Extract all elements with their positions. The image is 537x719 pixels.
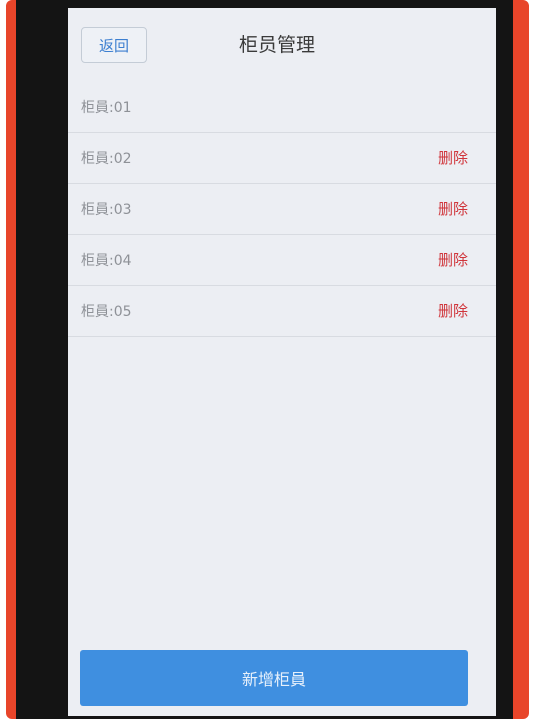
list-item: 柜員:04 删除	[68, 235, 496, 286]
delete-button[interactable]: 删除	[438, 300, 468, 321]
teller-label: 柜員:01	[81, 100, 132, 116]
list-item: 柜員:02 删除	[68, 133, 496, 184]
teller-label: 柜員:05	[81, 304, 132, 320]
page-title: 柜员管理	[238, 34, 315, 56]
teller-label: 柜員:03	[81, 202, 132, 218]
header: 返回 柜员管理	[68, 8, 496, 82]
add-teller-button[interactable]: 新增柜員	[80, 650, 468, 706]
delete-button[interactable]: 删除	[438, 198, 468, 219]
teller-label: 柜員:02	[81, 151, 132, 167]
delete-button[interactable]: 删除	[438, 249, 468, 270]
list-item: 柜員:01	[68, 82, 496, 133]
app-screen: 返回 柜员管理 柜員:01 柜員:02 删除 柜員:03 删除 柜員:04 删除…	[68, 8, 496, 716]
teller-label: 柜員:04	[81, 253, 132, 269]
teller-list: 柜員:01 柜員:02 删除 柜員:03 删除 柜員:04 删除 柜員:05 删…	[68, 82, 496, 337]
list-item: 柜員:05 删除	[68, 286, 496, 337]
delete-button[interactable]: 删除	[438, 147, 468, 168]
list-item: 柜員:03 删除	[68, 184, 496, 235]
